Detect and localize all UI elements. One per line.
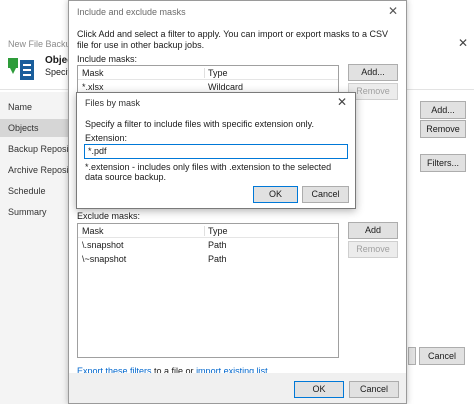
dialog-description: Click Add and select a filter to apply. … [77, 29, 388, 50]
files-by-mask-description: Specify a filter to include files with s… [85, 119, 314, 129]
include-add-button[interactable]: Add... [348, 64, 398, 81]
extension-hint: *.extension - includes only files with .… [85, 162, 332, 182]
mask-cell: \.snapshot [82, 240, 124, 250]
column-header-type[interactable]: Type [208, 224, 228, 238]
column-divider [204, 68, 205, 78]
nav-item-schedule[interactable]: Schedule [0, 182, 70, 200]
nav-item-backup-repository[interactable]: Backup Repository [0, 140, 70, 158]
nav-item-summary[interactable]: Summary [0, 203, 70, 221]
wizard-step-subtitle: Specify [45, 67, 69, 77]
include-masks-label: Include masks: [77, 54, 138, 64]
column-divider [204, 226, 205, 236]
type-cell: Path [208, 240, 227, 250]
extension-input[interactable]: *.pdf [84, 144, 348, 159]
bg-add-button[interactable]: Add... [420, 101, 466, 119]
files-by-mask-dialog: Files by mask ✕ Specify a filter to incl… [76, 92, 356, 209]
bg-remove-button[interactable]: Remove [420, 120, 466, 138]
column-header-mask[interactable]: Mask [82, 224, 104, 238]
exclude-remove-button[interactable]: Remove [348, 241, 398, 258]
exclude-list-header: Mask Type [78, 224, 338, 238]
column-header-mask[interactable]: Mask [82, 66, 104, 80]
exclude-masks-list[interactable]: Mask Type \.snapshot Path \~snapshot Pat… [77, 223, 339, 358]
bg-filters-button[interactable]: Filters... [420, 154, 466, 172]
nav-item-name[interactable]: Name [0, 98, 70, 116]
bg-cancel-button[interactable]: Cancel [419, 347, 465, 365]
ok-button[interactable]: OK [294, 381, 344, 398]
wizard-step-title: Objects [45, 55, 69, 66]
table-row[interactable]: \~snapshot Path [78, 252, 338, 266]
window-title: New File Backup Job [8, 39, 70, 49]
dialog-close-button[interactable]: ✕ [388, 4, 398, 18]
files-by-mask-ok-button[interactable]: OK [253, 186, 298, 203]
mask-cell: \~snapshot [82, 254, 127, 264]
bg-next-button[interactable] [408, 347, 416, 365]
dialog-title: Include and exclude masks [77, 7, 186, 17]
cancel-button[interactable]: Cancel [349, 381, 399, 398]
wizard-nav: Name Objects Backup Repository Archive R… [0, 92, 70, 404]
type-cell: Path [208, 254, 227, 264]
exclude-add-button[interactable]: Add [348, 222, 398, 239]
files-by-mask-cancel-button[interactable]: Cancel [302, 186, 349, 203]
nav-item-archive-repository[interactable]: Archive Repository [0, 161, 70, 179]
extension-label: Extension: [85, 133, 128, 143]
window-close-button[interactable]: ✕ [458, 36, 468, 50]
files-by-mask-close-button[interactable]: ✕ [337, 95, 347, 109]
files-by-mask-title: Files by mask [85, 98, 141, 108]
include-list-header: Mask Type [78, 66, 338, 80]
nav-item-objects[interactable]: Objects [0, 119, 70, 137]
table-row[interactable]: \.snapshot Path [78, 238, 338, 252]
objects-icon [8, 58, 34, 80]
exclude-masks-label: Exclude masks: [77, 211, 141, 221]
column-header-type[interactable]: Type [208, 66, 228, 80]
